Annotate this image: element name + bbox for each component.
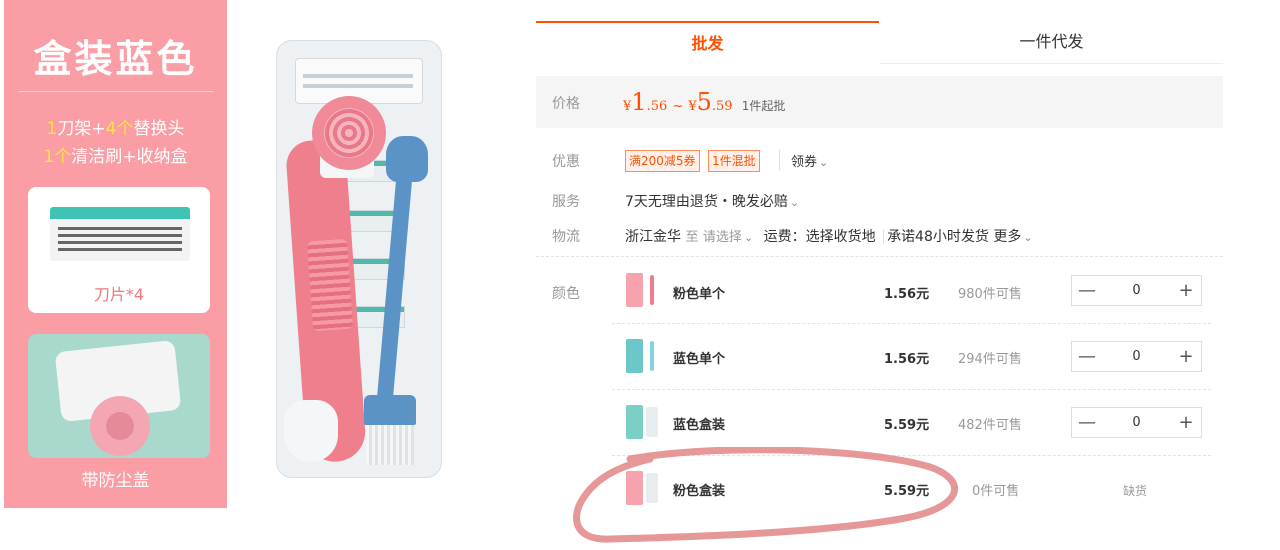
quantity-stepper: — 0 +	[1071, 407, 1202, 438]
minus-icon[interactable]: —	[1072, 276, 1102, 305]
blade-card: 刀片*4	[28, 187, 210, 313]
price-label: 价格	[552, 96, 580, 112]
shipping-fee: 运费：选择收货地	[763, 229, 876, 245]
chevron-down-icon: ⌄	[819, 156, 829, 169]
discount-label: 优惠	[552, 154, 580, 170]
price-high-int: 5	[696, 88, 712, 116]
variant-name: 蓝色单个	[673, 352, 726, 367]
promo-title: 盒装蓝色	[33, 37, 198, 81]
plus-icon[interactable]: +	[1171, 342, 1201, 371]
plus-icon[interactable]: +	[1171, 408, 1201, 437]
minus-icon[interactable]: —	[1072, 408, 1102, 437]
currency: ¥	[688, 99, 697, 114]
variant-price: 1.56元	[884, 352, 930, 367]
promo-divider	[18, 91, 214, 92]
row-divider	[612, 389, 1211, 390]
variant-stock: 482件可售	[958, 418, 1022, 433]
more-link[interactable]: 更多	[993, 229, 1021, 245]
to-text: 至	[685, 230, 699, 245]
service-info[interactable]: 7天无理由退货・晚发必赔 ⌄	[625, 191, 799, 211]
quantity-stepper: — 0 +	[1071, 275, 1202, 306]
get-coupon-link[interactable]: 领券 ⌄	[791, 151, 828, 170]
min-order: 1件起批	[741, 99, 786, 113]
variant-name: 粉色单个	[673, 287, 726, 302]
coupon-badge[interactable]: 满200减5券	[625, 150, 700, 172]
tab-wholesale[interactable]: 批发	[536, 21, 879, 65]
tab-dropship[interactable]: 一件代发	[880, 21, 1223, 64]
service-label: 服务	[552, 194, 580, 210]
variant-stock: 0件可售	[972, 484, 1020, 499]
promo-text: 刀架+	[57, 119, 106, 139]
variant-stock: 980件可售	[958, 287, 1022, 302]
promo-banner: 盒装蓝色 1刀架+4个替换头 1个清洁刷+收纳盒 刀片*4 带防尘盖	[4, 0, 227, 508]
row-divider	[612, 323, 1211, 324]
quantity-input[interactable]: 0	[1102, 408, 1171, 437]
blade-image	[50, 207, 190, 261]
logistics-label: 物流	[552, 229, 580, 245]
promo-text: 替换头	[133, 119, 185, 139]
variant-thumbnail[interactable]	[626, 405, 643, 439]
promo-number: 1	[46, 119, 58, 139]
variant-price: 5.59元	[884, 418, 930, 433]
quantity-input[interactable]: 0	[1102, 276, 1171, 305]
divider	[779, 150, 780, 170]
promo-line-2: 1个清洁刷+收纳盒	[4, 142, 227, 167]
chevron-down-icon[interactable]: ⌄	[1023, 231, 1032, 244]
promo-number: 4个	[105, 119, 134, 139]
minus-icon[interactable]: —	[1072, 342, 1102, 371]
get-coupon-label: 领券	[791, 155, 818, 170]
blade-label: 刀片*4	[93, 285, 145, 304]
price-low-dec: .56	[646, 99, 668, 114]
dust-cover-photo	[28, 334, 210, 458]
quantity-stepper: — 0 +	[1071, 341, 1202, 372]
variant-stock: 294件可售	[958, 352, 1022, 367]
destination-select[interactable]: 请选择	[703, 230, 742, 245]
variant-thumbnail[interactable]	[626, 471, 643, 505]
variant-price: 5.59元	[884, 484, 930, 499]
promo-text: 清洁刷+收纳盒	[71, 147, 188, 167]
variant-name: 粉色盒装	[673, 484, 726, 499]
plus-icon[interactable]: +	[1171, 276, 1201, 305]
mixed-batch-badge[interactable]: 1件混批	[708, 150, 760, 172]
variant-thumbnail[interactable]	[626, 273, 643, 307]
promo-line-1: 1刀架+4个替换头	[4, 114, 227, 139]
chevron-down-icon: ⌄	[789, 196, 800, 209]
price-sep: ~	[672, 99, 684, 114]
color-label: 颜色	[552, 286, 580, 302]
service-text: 7天无理由退货・晚发必赔	[625, 194, 788, 210]
price-high-dec: .59	[711, 99, 733, 114]
price-range: ¥1.56 ~ ¥5.59 1件起批	[623, 88, 785, 116]
quantity-input[interactable]: 0	[1102, 342, 1171, 371]
promo-number: 1个	[43, 147, 72, 167]
row-divider	[612, 455, 1211, 456]
variant-price: 1.56元	[884, 287, 930, 302]
ship-from: 浙江金华	[625, 229, 681, 245]
section-divider	[536, 256, 1223, 257]
variant-name: 蓝色盒装	[673, 418, 726, 433]
logistics-row: 浙江金华 至 请选择 ⌄ 运费：选择收货地 承诺48小时发货 更多 ⌄	[625, 226, 1033, 246]
price-low-int: 1	[631, 88, 647, 116]
sold-out-label: 缺货	[1123, 484, 1148, 498]
variant-thumbnail[interactable]	[626, 339, 643, 373]
divider	[883, 230, 885, 244]
dust-cover-label: 带防尘盖	[81, 471, 150, 491]
chevron-down-icon[interactable]: ⌄	[744, 231, 753, 244]
ship-promise: 承诺48小时发货	[887, 229, 989, 245]
